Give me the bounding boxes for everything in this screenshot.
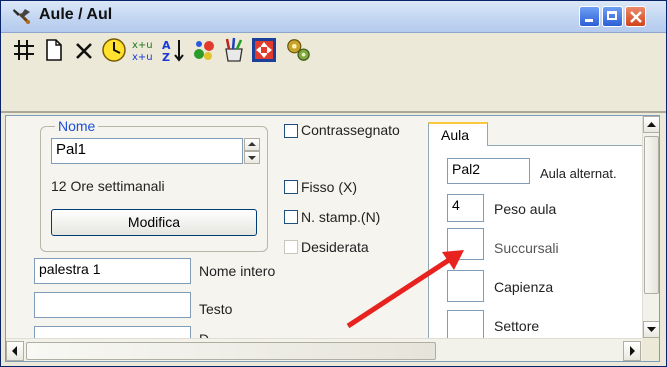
chevron-down-icon [248,156,256,160]
fit-window-icon [252,38,276,62]
time-button[interactable] [101,37,127,63]
svg-text:x+u: x+u [132,52,153,63]
nome-group: Nome Pal1 12 Ore settimanali Modifica [40,118,268,252]
gears-button[interactable] [285,37,311,63]
n-stamp-checkbox[interactable] [284,210,298,224]
brushes-button[interactable] [221,37,247,63]
tab-aula-label: Aula [441,127,470,143]
swap-columns-icon: x+u x+u [132,40,153,63]
toolbar: x+u x+u A Z [1,33,666,113]
minimize-button[interactable] [579,6,600,27]
colors-button[interactable] [191,37,217,63]
svg-text:x+u: x+u [132,40,153,51]
nome-spinner[interactable] [244,138,260,164]
scroll-up-button[interactable] [643,116,659,133]
nome-input[interactable]: Pal1 [51,138,243,164]
vertical-scrollbar[interactable] [642,116,659,338]
delete-button[interactable] [71,37,97,63]
settore-label: Settore [494,318,540,334]
vertical-scroll-thumb[interactable] [644,136,659,294]
paint-brushes-icon [225,37,243,62]
arrow-down-icon [647,327,656,332]
capienza-input[interactable] [447,270,484,302]
contrassegnato-label: Contrassegnato [301,122,400,138]
aula-alternativa-label: Aula alternat. [540,166,617,181]
swap-button[interactable]: x+u x+u [131,37,157,63]
sort-az-icon: A Z [162,39,184,63]
ore-settimanali-text: 12 Ore settimanali [51,178,165,194]
desiderata-checkbox[interactable] [284,240,298,254]
scroll-left-button[interactable] [6,341,24,361]
gears-icon [287,39,310,61]
scroll-corner [642,338,659,361]
horizontal-scroll-thumb[interactable] [26,342,436,360]
fisso-label: Fisso (X) [301,179,357,195]
new-document-icon [46,39,62,61]
maximize-icon [607,11,617,20]
succursali-input[interactable] [447,228,484,260]
testo-label: Testo [199,301,233,317]
close-button[interactable] [625,6,646,27]
svg-text:Z: Z [162,51,170,63]
fit-window-button[interactable] [251,37,277,63]
peso-aula-label: Peso aula [494,201,557,217]
capienza-label: Capienza [494,279,554,295]
arrow-right-icon [630,346,635,356]
clock-icon [102,38,126,62]
aula-alternativa-input[interactable]: Pal2 [447,158,530,184]
close-icon [630,11,642,23]
fisso-checkbox[interactable] [284,180,298,194]
nome-intero-input[interactable]: palestra 1 [34,258,191,284]
maximize-button[interactable] [602,6,623,27]
horizontal-scrollbar[interactable] [6,338,642,361]
succursali-label: Succursali [494,240,559,256]
nome-intero-label: Nome intero [199,263,276,279]
title-bar[interactable]: Aule / Aul [1,1,666,33]
desiderata-label: Desiderata [301,239,369,255]
colors-icon [194,41,214,60]
spin-up-button[interactable] [244,138,260,151]
tab-aula[interactable]: Aula [428,122,488,146]
scroll-right-button[interactable] [623,341,641,361]
aule-window: Aule / Aul x+u x+u A Z Nome Pal1 12 Ore … [0,0,667,367]
tool-app-icon [13,9,30,24]
form-area: Nome Pal1 12 Ore settimanali Modifica pa… [5,115,660,362]
chevron-up-icon [248,142,256,146]
spin-down-button[interactable] [244,151,260,164]
grid-icon [14,40,34,60]
peso-aula-input[interactable]: 4 [447,194,484,222]
window-title: Aule / Aul [39,6,113,23]
minimize-icon [585,19,593,22]
testo-input[interactable] [34,292,191,318]
nome-legend: Nome [55,118,99,134]
n-stamp-label: N. stamp.(N) [301,209,381,225]
modifica-button[interactable]: Modifica [51,209,257,236]
sort-button[interactable]: A Z [161,37,187,63]
arrow-up-icon [647,122,656,127]
delete-x-icon [76,43,92,59]
new-document-button[interactable] [41,37,67,63]
grid-button[interactable] [11,37,37,63]
scroll-down-button[interactable] [643,321,659,338]
arrow-left-icon [12,346,17,356]
contrassegnato-checkbox[interactable] [284,124,298,138]
